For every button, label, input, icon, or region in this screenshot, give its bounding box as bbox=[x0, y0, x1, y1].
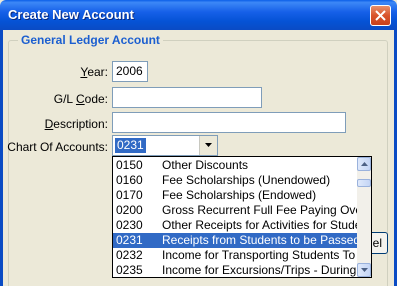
scroll-thumb[interactable] bbox=[357, 179, 371, 187]
chevron-down-icon bbox=[205, 143, 212, 147]
dropdown-item-code: 0170 bbox=[116, 188, 143, 202]
dropdown-item-code: 0200 bbox=[116, 203, 143, 217]
chart-of-accounts-value: 0231 bbox=[115, 138, 146, 153]
group-legend: General Ledger Account bbox=[18, 33, 163, 47]
window-left-border bbox=[0, 30, 3, 286]
close-button[interactable] bbox=[370, 5, 391, 26]
dropdown-item-description: Income for Transporting Students To and bbox=[162, 248, 358, 262]
description-label: Description: bbox=[44, 117, 108, 131]
dropdown-item-code: 0232 bbox=[116, 248, 143, 262]
year-label: Year: bbox=[80, 65, 108, 79]
dropdown-item-description: Income for Excursions/Trips - During Sch bbox=[162, 263, 358, 277]
dropdown-item-code: 0150 bbox=[116, 158, 143, 172]
scroll-down-button[interactable] bbox=[357, 263, 371, 277]
dropdown-item-description: Receipts from Students to be Passed to a bbox=[162, 233, 358, 247]
dropdown-item-code: 0235 bbox=[116, 263, 143, 277]
dropdown-scrollbar[interactable] bbox=[357, 157, 371, 277]
gl-code-label: G/L Code: bbox=[53, 92, 108, 106]
chevron-up-icon bbox=[361, 162, 368, 166]
title-bar[interactable]: Create New Account bbox=[0, 0, 397, 30]
dropdown-item[interactable]: 0170 Fee Scholarships (Endowed) bbox=[113, 188, 358, 203]
dropdown-item[interactable]: 0232 Income for Transporting Students To … bbox=[113, 248, 358, 263]
scroll-up-button[interactable] bbox=[357, 157, 371, 171]
dropdown-item-code: 0160 bbox=[116, 173, 143, 187]
dropdown-item[interactable]: 0230 Other Receipts for Activities for St… bbox=[113, 218, 358, 233]
window-title: Create New Account bbox=[8, 7, 134, 22]
chart-of-accounts-select[interactable]: 0231 bbox=[112, 135, 218, 156]
chart-of-accounts-label: Chart Of Accounts: bbox=[7, 140, 108, 154]
dropdown-item-description: Other Discounts bbox=[162, 158, 249, 172]
close-icon bbox=[375, 10, 386, 21]
dropdown-item-description: Gross Recurrent Full Fee Paying Overseas bbox=[162, 203, 358, 217]
dropdown-item[interactable]: 0231 Receipts from Students to be Passed … bbox=[113, 233, 358, 248]
dropdown-item[interactable]: 0235 Income for Excursions/Trips - During… bbox=[113, 263, 358, 277]
create-account-window: Create New Account General Ledger Accoun… bbox=[0, 0, 397, 286]
gl-code-field[interactable] bbox=[112, 87, 262, 108]
year-field[interactable]: 2006 bbox=[112, 61, 148, 82]
chart-of-accounts-dropdown[interactable]: 0150 Other Discounts 0160 Fee Scholarships … bbox=[112, 156, 372, 278]
dropdown-item[interactable]: 0200 Gross Recurrent Full Fee Paying Over… bbox=[113, 203, 358, 218]
dropdown-item-description: Fee Scholarships (Unendowed) bbox=[162, 173, 331, 187]
dropdown-item[interactable]: 0150 Other Discounts bbox=[113, 158, 358, 173]
description-field[interactable] bbox=[112, 112, 346, 133]
dropdown-item-description: Other Receipts for Activities for Studen… bbox=[162, 218, 358, 232]
chevron-down-icon bbox=[361, 268, 368, 272]
dropdown-button[interactable] bbox=[199, 136, 217, 155]
dropdown-item-description: Fee Scholarships (Endowed) bbox=[162, 188, 317, 202]
dropdown-item-code: 0231 bbox=[116, 233, 143, 247]
dropdown-item-code: 0230 bbox=[116, 218, 143, 232]
dropdown-item[interactable]: 0160 Fee Scholarships (Unendowed) bbox=[113, 173, 358, 188]
